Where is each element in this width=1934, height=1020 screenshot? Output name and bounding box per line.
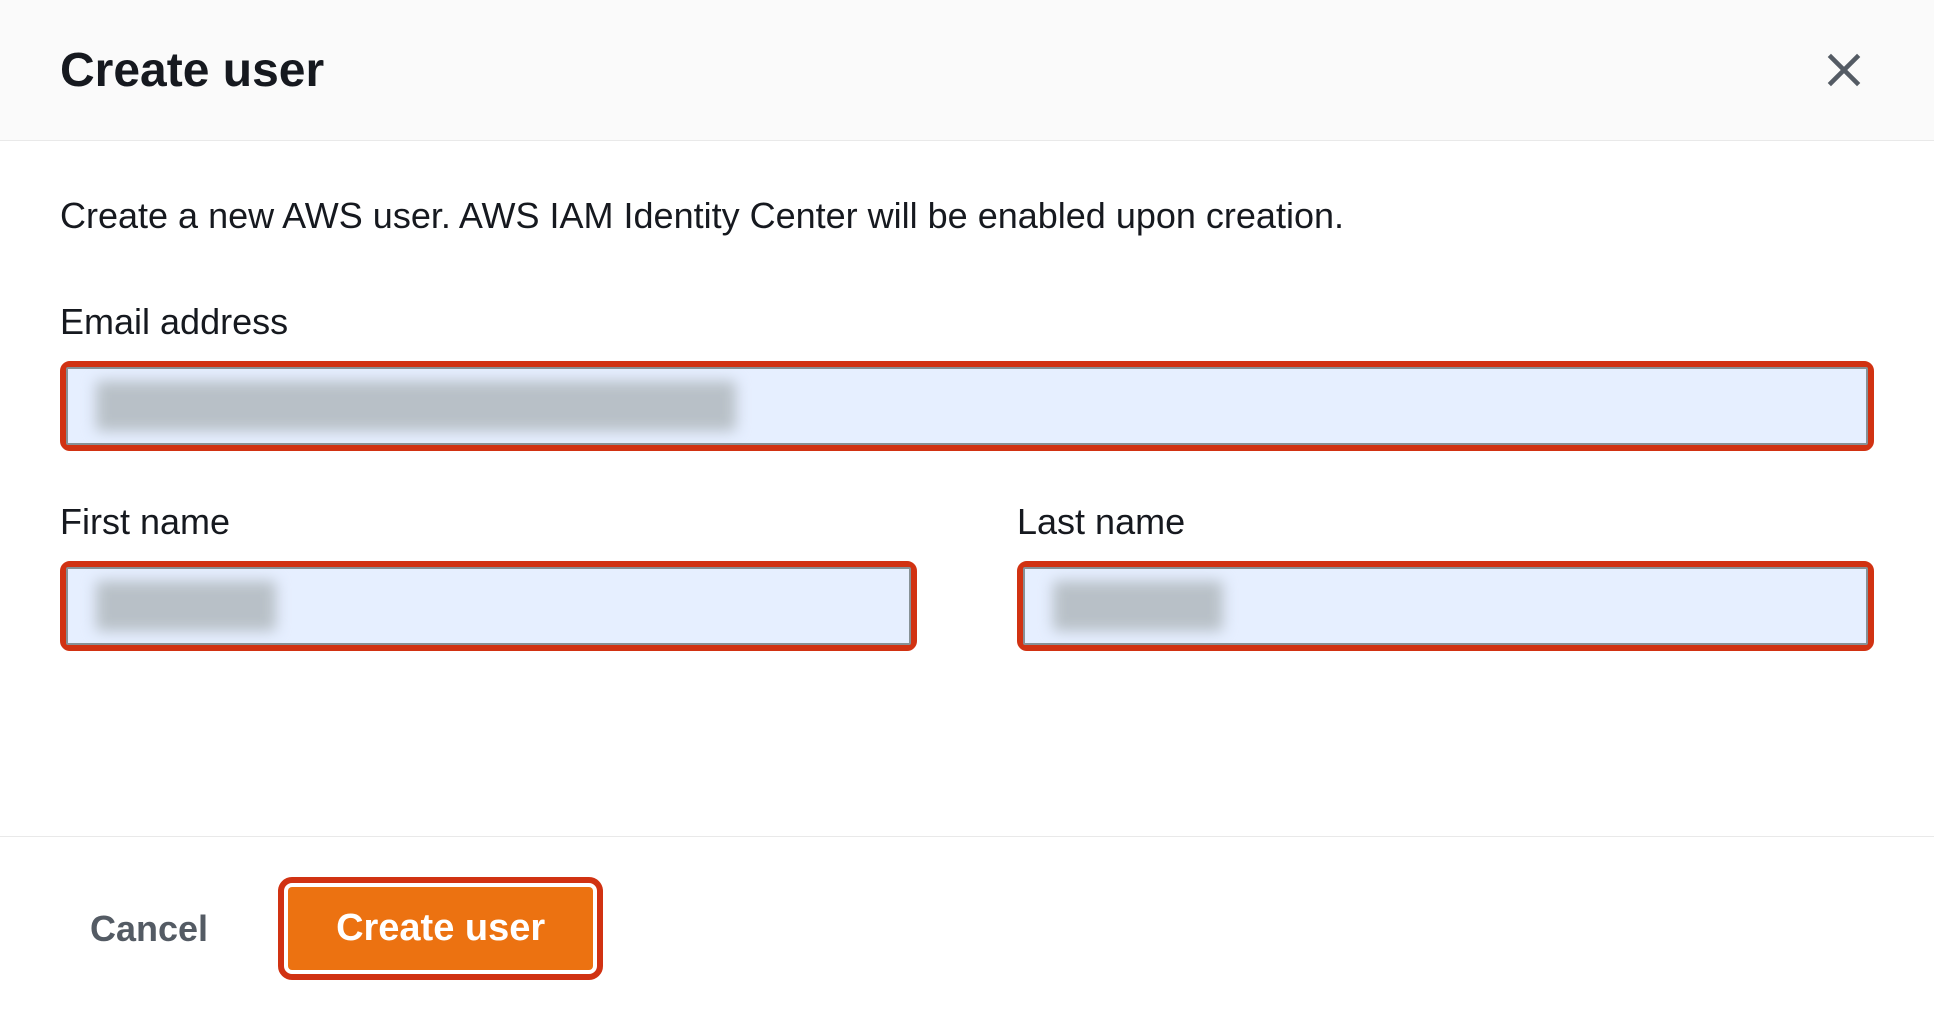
- email-input-highlight: [60, 361, 1874, 451]
- redacted-first-name: [96, 581, 276, 631]
- first-name-form-group: First name: [60, 501, 917, 651]
- last-name-input-highlight: [1017, 561, 1874, 651]
- modal-header: Create user: [0, 0, 1934, 141]
- last-name-label: Last name: [1017, 501, 1874, 543]
- modal-description: Create a new AWS user. AWS IAM Identity …: [60, 191, 1874, 241]
- modal-body: Create a new AWS user. AWS IAM Identity …: [0, 141, 1934, 836]
- email-label: Email address: [60, 301, 1874, 343]
- modal-footer: Cancel Create user: [0, 836, 1934, 1020]
- close-icon: [1822, 48, 1866, 92]
- first-name-input-highlight: [60, 561, 917, 651]
- modal-title: Create user: [60, 43, 324, 98]
- name-row: First name Last name: [60, 501, 1874, 701]
- first-name-label: First name: [60, 501, 917, 543]
- last-name-form-group: Last name: [1017, 501, 1874, 651]
- close-button[interactable]: [1814, 40, 1874, 100]
- cancel-button[interactable]: Cancel: [60, 888, 238, 970]
- email-form-group: Email address: [60, 301, 1874, 451]
- create-user-button[interactable]: Create user: [288, 887, 593, 970]
- redacted-email: [96, 381, 736, 431]
- redacted-last-name: [1053, 581, 1223, 631]
- create-user-modal: Create user Create a new AWS user. AWS I…: [0, 0, 1934, 1020]
- create-user-button-highlight: Create user: [278, 877, 603, 980]
